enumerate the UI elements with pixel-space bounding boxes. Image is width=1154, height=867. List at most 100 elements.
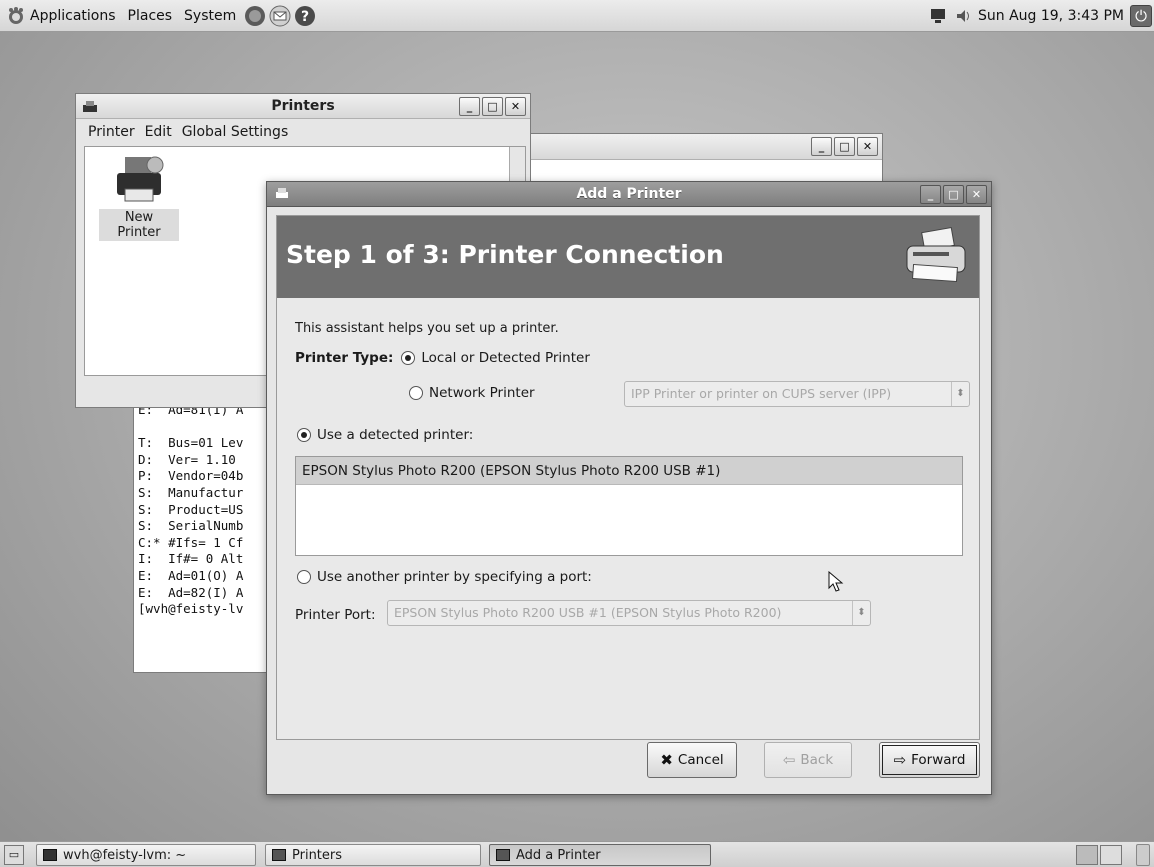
- clock[interactable]: Sun Aug 19, 3:43 PM: [978, 8, 1124, 24]
- dialog-button-bar: ✖ Cancel ⇦ Back ⇨ Forward: [267, 742, 991, 784]
- power-icon[interactable]: ⏻: [1130, 5, 1152, 27]
- dialog-titlebar[interactable]: Add a Printer _ □ ✕: [267, 182, 991, 207]
- detected-printers-list[interactable]: EPSON Stylus Photo R200 (EPSON Stylus Ph…: [295, 456, 963, 556]
- panel-tray: Sun Aug 19, 3:43 PM ⏻: [928, 0, 1154, 32]
- terminal-line: S: SerialNumb: [138, 518, 244, 534]
- close-button[interactable]: ✕: [966, 185, 987, 204]
- mouse-pointer-icon: [828, 571, 844, 592]
- maximize-button[interactable]: □: [943, 185, 964, 204]
- new-printer-icon: [117, 156, 164, 202]
- taskbar-item-label: wvh@feisty-lvm: ~: [63, 847, 187, 863]
- printers-titlebar[interactable]: Printers _ □ ✕: [76, 94, 530, 119]
- terminal-line: [wvh@feisty-lv: [138, 601, 244, 617]
- printer-type-row: Printer Type: Local or Detected Printer: [295, 350, 590, 366]
- terminal-line: T: Bus=01 Lev: [138, 435, 244, 451]
- use-another-radio[interactable]: [297, 570, 311, 584]
- intro-text: This assistant helps you set up a printe…: [295, 321, 559, 336]
- printers-menubar: Printer Edit Global Settings: [76, 120, 530, 144]
- forward-button[interactable]: ⇨ Forward: [879, 742, 980, 778]
- trash-icon[interactable]: [1136, 844, 1150, 866]
- menu-global-settings[interactable]: Global Settings: [182, 124, 289, 140]
- taskbar-item-terminal[interactable]: wvh@feisty-lvm: ~: [36, 844, 256, 866]
- terminal-line: S: Product=US: [138, 501, 244, 517]
- network-printer-radio[interactable]: [409, 386, 423, 400]
- taskbar-item-label: Add a Printer: [516, 847, 601, 863]
- network-printer-row: Network Printer: [409, 385, 535, 401]
- top-panel: Applications Places System ? Sun Aug 19,…: [0, 0, 1154, 32]
- new-printer-item[interactable]: New Printer: [99, 155, 179, 241]
- places-menu[interactable]: Places: [128, 8, 173, 24]
- gnome-foot-icon: [9, 6, 23, 24]
- svg-text:?: ?: [301, 9, 309, 25]
- minimize-button[interactable]: _: [920, 185, 941, 204]
- menu-edit[interactable]: Edit: [145, 124, 172, 140]
- combo-arrow-icon: ⬍: [852, 601, 870, 625]
- system-menu[interactable]: System: [184, 8, 236, 24]
- combo-arrow-icon: ⬍: [951, 382, 969, 406]
- printer-small-icon: [496, 849, 510, 861]
- local-printer-radio[interactable]: [401, 351, 416, 365]
- local-printer-label[interactable]: Local or Detected Printer: [421, 350, 589, 366]
- back-arrow-icon: ⇦: [782, 751, 796, 769]
- printer-port-row: Printer Port:: [295, 607, 376, 623]
- step-title: Step 1 of 3: Printer Connection: [286, 240, 724, 269]
- terminal-line: C:* #Ifs= 1 Cf: [138, 534, 244, 550]
- use-detected-radio[interactable]: [297, 428, 311, 442]
- taskbar-item-label: Printers: [292, 847, 343, 863]
- terminal-line: E: Ad=01(O) A: [138, 567, 244, 583]
- applications-menu-label: Applications: [30, 7, 116, 24]
- new-printer-label: New Printer: [99, 209, 179, 241]
- printer-port-label: Printer Port:: [295, 607, 376, 623]
- add-printer-dialog: Add a Printer _ □ ✕ Step 1 of 3: Printer…: [266, 181, 992, 795]
- maximize-button[interactable]: □: [834, 137, 855, 156]
- help-icon[interactable]: ?: [294, 5, 316, 27]
- minimize-button[interactable]: _: [459, 97, 480, 116]
- terminal-output[interactable]: E: Ad=81(I) A T: Bus=01 Lev D: Ver= 1.10 P…: [138, 402, 243, 618]
- cancel-icon: ✖: [660, 751, 673, 769]
- workspace-switcher[interactable]: [1100, 845, 1122, 865]
- use-detected-label[interactable]: Use a detected printer:: [317, 427, 473, 443]
- show-desktop-icon[interactable]: ▭: [4, 845, 24, 865]
- back-button-label: Back: [800, 752, 834, 768]
- back-button[interactable]: ⇦ Back: [764, 742, 852, 778]
- applications-menu[interactable]: Applications: [6, 6, 116, 26]
- forward-arrow-icon: ⇨: [893, 751, 907, 769]
- web-browser-icon[interactable]: [244, 5, 266, 27]
- terminal-line: I: If#= 0 Alt: [138, 551, 244, 567]
- minimize-button[interactable]: _: [811, 137, 832, 156]
- terminal-line: P: Vendor=04b: [138, 468, 244, 484]
- forward-button-label: Forward: [911, 752, 966, 768]
- use-detected-row: Use a detected printer:: [297, 427, 473, 443]
- terminal-line: E: Ad=82(I) A: [138, 584, 244, 600]
- use-another-label[interactable]: Use another printer by specifying a port…: [317, 569, 592, 585]
- assistant-page: Step 1 of 3: Printer Connection This ass…: [276, 215, 980, 740]
- volume-icon[interactable]: [954, 7, 974, 25]
- network-printer-label[interactable]: Network Printer: [429, 385, 535, 401]
- email-icon[interactable]: [269, 5, 291, 27]
- printer-port-value: EPSON Stylus Photo R200 USB #1 (EPSON St…: [394, 605, 782, 620]
- dialog-title: Add a Printer: [576, 186, 682, 202]
- printer-port-select[interactable]: EPSON Stylus Photo R200 USB #1 (EPSON St…: [387, 600, 871, 626]
- list-item[interactable]: EPSON Stylus Photo R200 (EPSON Stylus Ph…: [296, 457, 962, 485]
- network-protocol-select[interactable]: IPP Printer or printer on CUPS server (I…: [624, 381, 970, 407]
- taskbar-item-printers[interactable]: Printers: [265, 844, 481, 866]
- maximize-button[interactable]: □: [482, 97, 503, 116]
- close-button[interactable]: ✕: [505, 97, 526, 116]
- workspace-switcher[interactable]: [1076, 845, 1098, 865]
- terminal-line: S: Manufactur: [138, 484, 244, 500]
- network-icon[interactable]: [928, 7, 948, 25]
- bottom-panel: ▭ wvh@feisty-lvm: ~ Printers Add a Print…: [0, 841, 1154, 867]
- terminal-line: D: Ver= 1.10: [138, 451, 236, 467]
- step-header: Step 1 of 3: Printer Connection: [277, 216, 979, 298]
- cancel-button-label: Cancel: [677, 752, 724, 768]
- printer-icon: [906, 226, 966, 283]
- cancel-button[interactable]: ✖ Cancel: [647, 742, 737, 778]
- use-another-row: Use another printer by specifying a port…: [297, 569, 592, 585]
- terminal-icon: [43, 849, 57, 861]
- network-protocol-value: IPP Printer or printer on CUPS server (I…: [631, 386, 892, 401]
- menu-printer[interactable]: Printer: [88, 124, 135, 140]
- close-button[interactable]: ✕: [857, 137, 878, 156]
- taskbar-item-add-printer[interactable]: Add a Printer: [489, 844, 711, 866]
- printer-type-label: Printer Type:: [295, 350, 394, 366]
